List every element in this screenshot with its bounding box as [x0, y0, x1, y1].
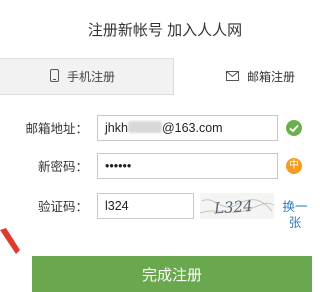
password-field[interactable]: •••••• [97, 153, 278, 179]
email-value-prefix: jhkh [105, 121, 128, 135]
refresh-captcha-label: 换一张 [282, 200, 308, 230]
phone-icon [50, 68, 59, 85]
captcha-image[interactable]: L324 [200, 193, 274, 219]
password-row: 新密码： •••••• 中 [0, 153, 312, 181]
email-value-suffix: @163.com [161, 121, 223, 135]
tab-bar: 手机注册 邮箱注册 [0, 58, 312, 95]
tab-email-register[interactable]: 邮箱注册 [174, 58, 312, 95]
redacted-blur [127, 121, 162, 133]
tab-phone-register[interactable]: 手机注册 [0, 58, 174, 95]
complete-registration-button[interactable]: 完成注册 [32, 256, 312, 292]
refresh-captcha-link[interactable]: 换一张 [280, 193, 310, 231]
captcha-text: L324 [212, 197, 253, 218]
email-row: 邮箱地址： jhkh @163.com [0, 115, 312, 143]
captcha-row: 验证码： l324 L324 换一张 [0, 193, 312, 230]
password-label: 新密码： [37, 160, 88, 174]
mail-icon [226, 70, 239, 84]
tab-email-label: 邮箱注册 [247, 70, 296, 84]
tab-phone-label: 手机注册 [67, 70, 116, 84]
check-icon [286, 120, 302, 136]
email-field[interactable]: jhkh @163.com [97, 115, 278, 141]
password-strength-badge: 中 [286, 158, 302, 174]
captcha-field[interactable]: l324 [97, 193, 194, 219]
red-arrow-annotation [0, 228, 20, 256]
email-label: 邮箱地址： [25, 122, 88, 136]
page-title: 注册新帐号 加入人人网 [87, 21, 243, 39]
captcha-label: 验证码： [37, 200, 88, 214]
